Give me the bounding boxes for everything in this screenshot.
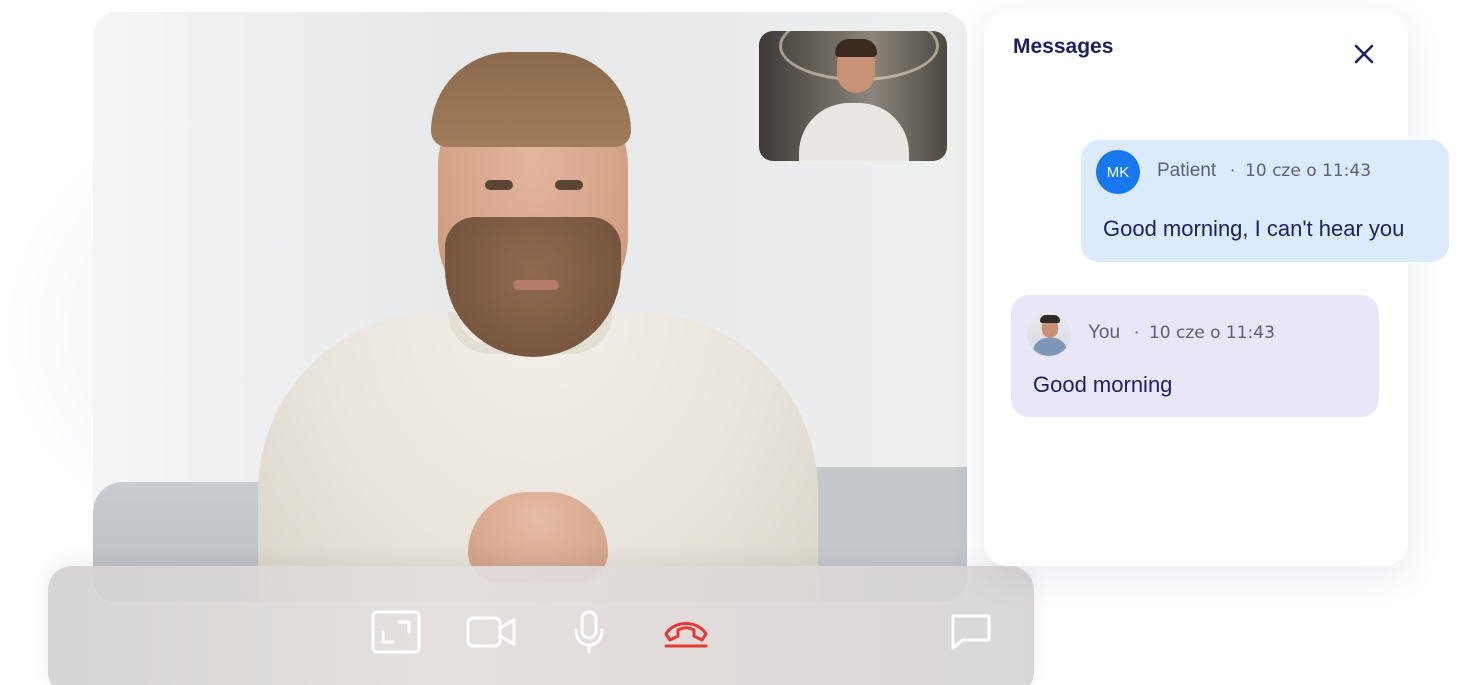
self-video-body [799,103,909,161]
self-video-hair [835,39,877,57]
message-bubble-you: You · 10 cze o 11:43 Good morning [1011,295,1379,417]
microphone-icon [574,610,604,654]
avatar [1027,312,1071,356]
fullscreen-button[interactable] [370,606,422,658]
message-time: 10 cze o 11:43 [1148,323,1275,343]
messages-title: Messages [1013,35,1114,58]
end-call-button[interactable] [660,606,712,658]
messages-panel: Messages [984,12,1408,566]
camera-icon [466,616,516,648]
message-separator: · [1229,160,1236,181]
message-meta: Patient · 10 cze o 11:43 [1157,160,1371,182]
avatar: MK [1096,150,1140,194]
message-author: You [1088,322,1121,343]
fullscreen-icon [371,610,421,654]
call-control-bar [48,566,1034,685]
self-video-preview[interactable] [759,31,947,161]
message-meta: You · 10 cze o 11:43 [1088,322,1275,344]
video-person-mouth [513,280,559,290]
close-messages-button[interactable] [1350,40,1378,68]
avatar-hair [1040,315,1060,323]
message-separator: · [1133,322,1140,343]
message-text: Good morning [1033,372,1173,397]
video-person-eye [555,180,583,190]
video-person-eye [485,180,513,190]
chat-icon [951,614,991,650]
microphone-button[interactable] [563,606,615,658]
message-time: 10 cze o 11:43 [1245,161,1372,181]
chat-toggle-button[interactable] [945,606,997,658]
message-bubble-patient: MK Patient · 10 cze o 11:43 Good morning… [1081,140,1449,262]
message-author: Patient [1157,160,1217,181]
camera-button[interactable] [466,606,518,658]
avatar-body [1033,338,1067,356]
end-call-icon [664,622,708,648]
close-icon [1354,44,1374,64]
message-text: Good morning, I can't hear you [1103,216,1405,241]
